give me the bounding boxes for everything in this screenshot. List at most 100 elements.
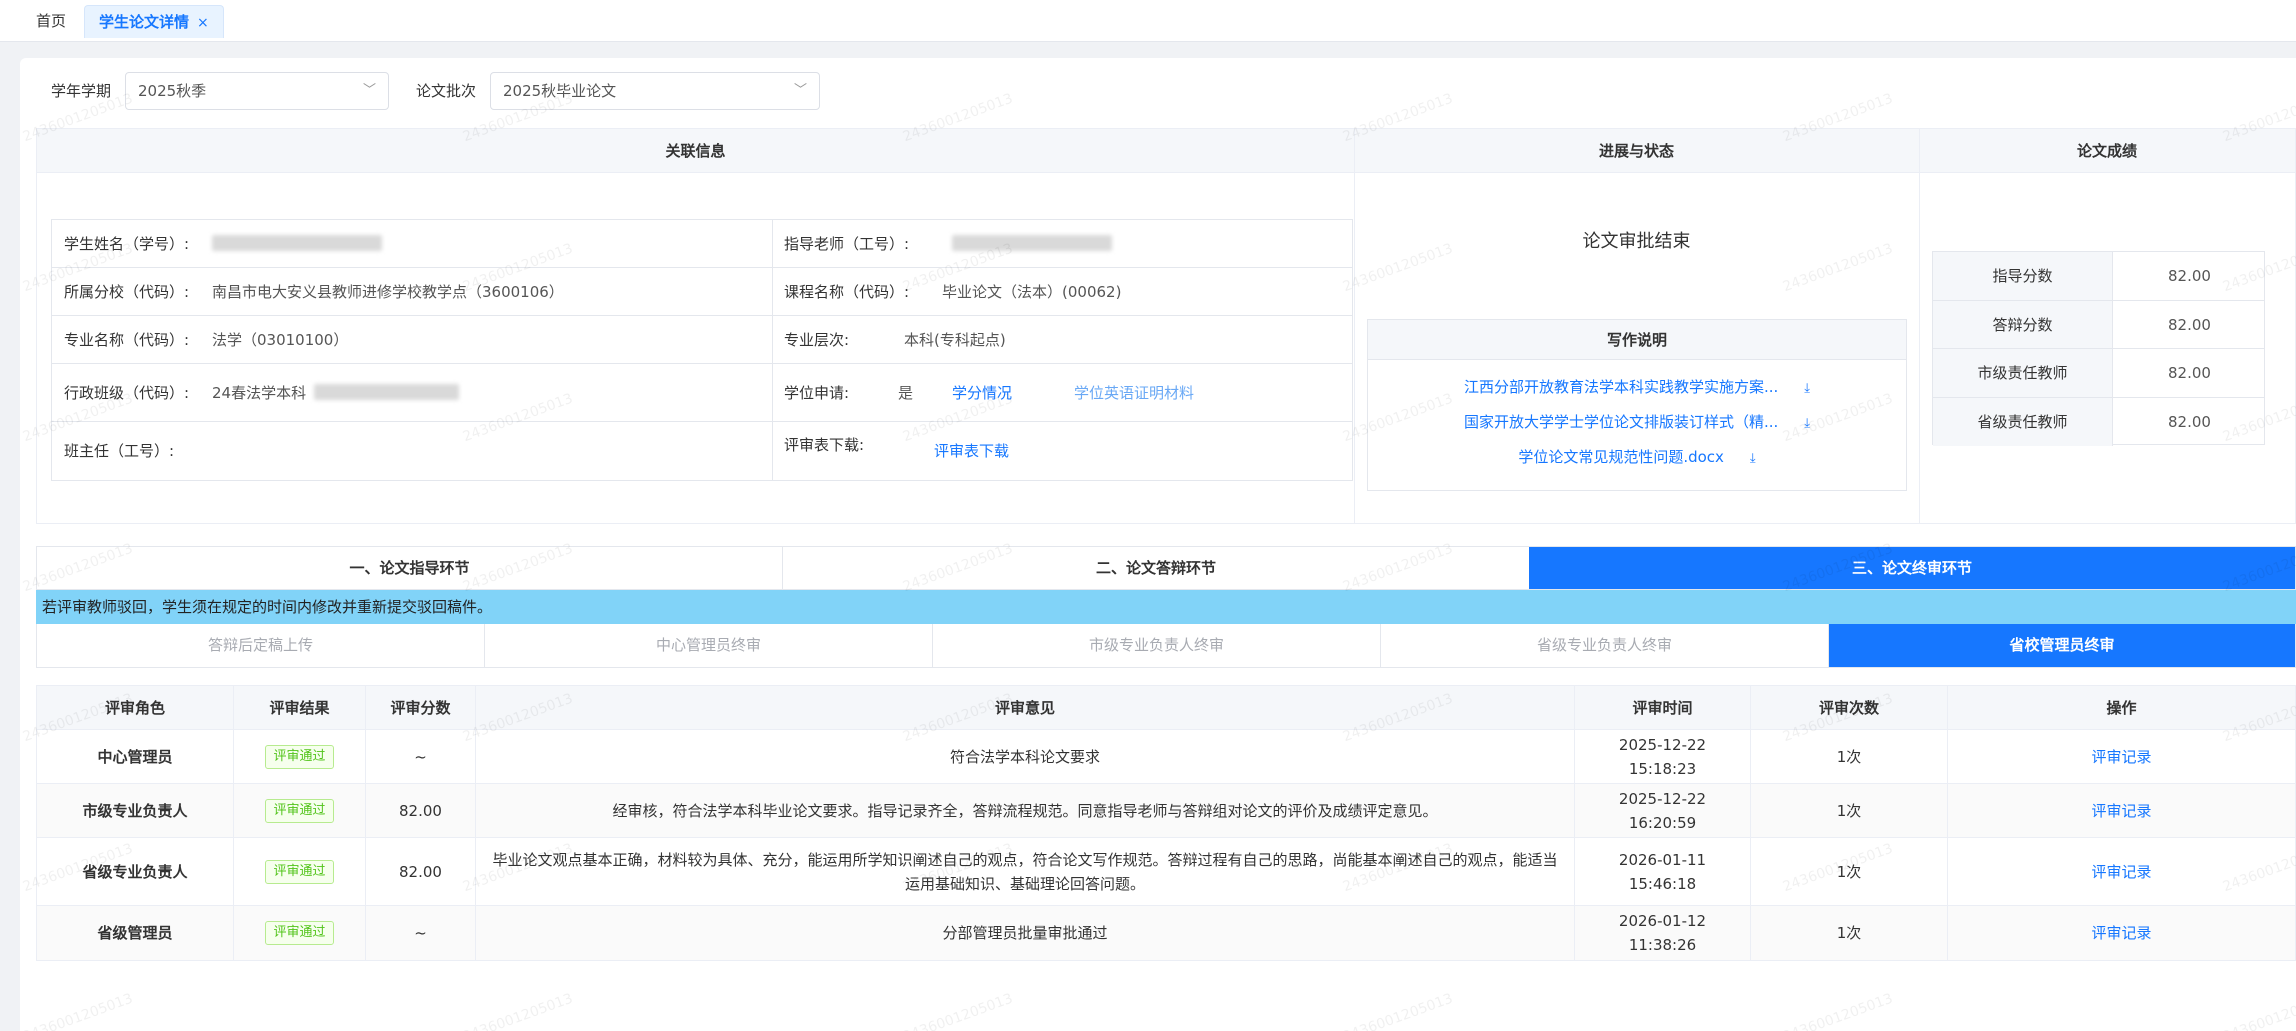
table-row: 市级专业负责人 评审通过 82.00 经审核，符合法学本科毕业论文要求。指导记录… bbox=[37, 784, 2295, 838]
class-value: 24春法学本科 bbox=[212, 384, 307, 402]
score-header: 论文成绩 bbox=[1919, 129, 2295, 173]
review-record-link[interactable]: 评审记录 bbox=[2091, 921, 2151, 945]
doc-link-label: 江西分部开放教育法学本科实践教学实施方案... bbox=[1463, 378, 1779, 396]
status-badge: 评审通过 bbox=[265, 744, 334, 769]
cell-opinion: 符合法学本科论文要求 bbox=[476, 730, 1575, 783]
student-info-grid: 学生姓名（学号）: 指导老师（工号）: 所属分校（代码）: 南昌市电大安义县教师… bbox=[51, 219, 1353, 481]
review-record-link[interactable]: 评审记录 bbox=[2091, 745, 2151, 769]
cell-opinion: 经审核，符合法学本科毕业论文要求。指导记录齐全，答辩流程规范。同意指导老师与答辩… bbox=[476, 784, 1575, 837]
batch-select[interactable]: 2025秋毕业论文 ﹀ bbox=[490, 72, 820, 110]
cell-opinion: 分部管理员批量审批通过 bbox=[476, 906, 1575, 960]
student-label: 学生姓名（学号）: bbox=[64, 235, 190, 253]
cell-result: 评审通过 bbox=[234, 730, 366, 783]
substep-province-lead[interactable]: 省级专业负责人终审 bbox=[1381, 624, 1829, 667]
course-value: 毕业论文（法本）(00062) bbox=[942, 283, 1122, 301]
review-record-link[interactable]: 评审记录 bbox=[2091, 860, 2151, 884]
cell-score: 82.00 bbox=[366, 838, 476, 905]
cell-action: 评审记录 bbox=[1948, 784, 2295, 837]
substep-final-upload[interactable]: 答辩后定稿上传 bbox=[37, 624, 485, 667]
credit-link[interactable]: 学分情况 bbox=[952, 382, 1012, 403]
notice-banner: 若评审教师驳回，学生须在规定的时间内修改并重新提交驳回稿件。 bbox=[36, 590, 2296, 624]
tab-defense-stage[interactable]: 二、论文答辩环节 bbox=[783, 547, 1529, 589]
student-value-redacted bbox=[212, 235, 382, 251]
score-value: 82.00 bbox=[2168, 364, 2211, 382]
review-substeps: 答辩后定稿上传 中心管理员终审 市级专业负责人终审 省级专业负责人终审 省校管理… bbox=[36, 624, 2296, 668]
progress-header: 进展与状态 bbox=[1354, 129, 1919, 173]
score-value: 82.00 bbox=[2168, 315, 2211, 334]
score-label: 指导分数 bbox=[1933, 252, 2113, 300]
thesis-status: 论文审批结束 bbox=[1582, 231, 1691, 252]
table-row: 中心管理员 评审通过 ~ 符合法学本科论文要求 2025-12-22 15:18… bbox=[37, 730, 2295, 784]
cell-score: 82.00 bbox=[366, 784, 476, 837]
level-label: 专业层次: bbox=[784, 331, 850, 349]
doc-link-label: 国家开放大学学士学位论文排版装订样式（精... bbox=[1463, 413, 1779, 431]
download-icon[interactable]: ⤓ bbox=[1804, 416, 1810, 431]
batch-label: 论文批次 bbox=[416, 82, 477, 100]
degree-value: 是 bbox=[898, 384, 914, 402]
branch-label: 所属分校（代码）: bbox=[64, 283, 190, 301]
main-panel: 学年学期 2025秋季 ﹀ 论文批次 2025秋毕业论文 ﹀ 关联信息 进展与状… bbox=[20, 58, 2296, 1031]
score-row: 答辩分数 82.00 bbox=[1933, 300, 2264, 349]
tab-guidance-stage[interactable]: 一、论文指导环节 bbox=[37, 547, 783, 589]
cell-count: 1次 bbox=[1751, 906, 1948, 960]
close-icon[interactable]: × bbox=[197, 15, 209, 31]
cell-time: 2026-01-11 15:46:18 bbox=[1575, 838, 1751, 905]
cell-time: 2026-01-12 11:38:26 bbox=[1575, 906, 1751, 960]
substep-center-admin[interactable]: 中心管理员终审 bbox=[485, 624, 933, 667]
term-label: 学年学期 bbox=[51, 82, 112, 100]
download-icon[interactable]: ⤓ bbox=[1750, 451, 1756, 466]
cell-time: 2025-12-22 16:20:59 bbox=[1575, 784, 1751, 837]
cell-count: 1次 bbox=[1751, 730, 1948, 783]
headteacher-label: 班主任（工号）: bbox=[64, 442, 175, 460]
review-download-link[interactable]: 评审表下载 bbox=[934, 440, 1009, 461]
status-badge: 评审通过 bbox=[265, 859, 334, 884]
cell-result: 评审通过 bbox=[234, 906, 366, 960]
cell-time: 2025-12-22 15:18:23 bbox=[1575, 730, 1751, 783]
stage-tabs: 一、论文指导环节 二、论文答辩环节 三、论文终审环节 bbox=[36, 546, 2296, 590]
info-table: 关联信息 进展与状态 论文成绩 学生姓名（学号）: 指导老师（工号）: 所属分校… bbox=[36, 128, 2296, 524]
substep-city-lead[interactable]: 市级专业负责人终审 bbox=[933, 624, 1381, 667]
writing-guide-title: 写作说明 bbox=[1368, 320, 1906, 360]
doc-link[interactable]: 学位论文常见规范性问题.docx ⤓ bbox=[1368, 446, 1906, 467]
english-proof-link[interactable]: 学位英语证明材料 bbox=[1074, 382, 1194, 403]
chevron-down-icon: ﹀ bbox=[362, 83, 376, 98]
chevron-down-icon: ﹀ bbox=[793, 83, 807, 98]
cell-action: 评审记录 bbox=[1948, 906, 2295, 960]
doc-link[interactable]: 国家开放大学学士学位论文排版装订样式（精... ⤓ bbox=[1368, 411, 1906, 432]
branch-value: 南昌市电大安义县教师进修学校教学点（3600106） bbox=[212, 283, 564, 301]
review-record-link[interactable]: 评审记录 bbox=[2091, 799, 2151, 823]
col-action: 操作 bbox=[2106, 698, 2137, 717]
doc-link[interactable]: 江西分部开放教育法学本科实践教学实施方案... ⤓ bbox=[1368, 376, 1906, 397]
table-row: 省级管理员 评审通过 ~ 分部管理员批量审批通过 2026-01-12 11:3… bbox=[37, 906, 2295, 960]
filter-bar: 学年学期 2025秋季 ﹀ 论文批次 2025秋毕业论文 ﹀ bbox=[20, 58, 2296, 128]
score-label: 省级责任教师 bbox=[1933, 397, 2113, 446]
download-icon[interactable]: ⤓ bbox=[1804, 381, 1810, 396]
cell-count: 1次 bbox=[1751, 838, 1948, 905]
batch-select-value: 2025秋毕业论文 bbox=[503, 82, 617, 100]
class-label: 行政班级（代码）: bbox=[64, 384, 190, 402]
term-select[interactable]: 2025秋季 ﹀ bbox=[125, 72, 389, 110]
score-row: 省级责任教师 82.00 bbox=[1933, 397, 2264, 446]
col-score: 评审分数 bbox=[366, 686, 476, 729]
info-row: 行政班级（代码）: 24春法学本科 学位申请: 是 学分情况 学位英语证明材料 bbox=[52, 364, 1352, 422]
cell-role: 省级管理员 bbox=[37, 906, 234, 960]
major-label: 专业名称（代码）: bbox=[64, 331, 190, 349]
advisor-label: 指导老师（工号）: bbox=[784, 235, 910, 253]
info-row: 学生姓名（学号）: 指导老师（工号）: bbox=[52, 220, 1352, 268]
table-row: 省级专业负责人 评审通过 82.00 毕业论文观点基本正确，材料较为具体、充分，… bbox=[37, 838, 2295, 906]
info-row: 所属分校（代码）: 南昌市电大安义县教师进修学校教学点（3600106） 课程名… bbox=[52, 268, 1352, 316]
tab-thesis-detail[interactable]: 学生论文详情 × bbox=[84, 5, 224, 38]
score-value: 82.00 bbox=[2168, 267, 2211, 285]
tab-final-review-stage[interactable]: 三、论文终审环节 bbox=[1529, 547, 2295, 589]
status-badge: 评审通过 bbox=[265, 921, 334, 945]
cell-role: 省级专业负责人 bbox=[37, 838, 234, 905]
review-download-label: 评审表下载: bbox=[784, 436, 865, 454]
progress-panel: 论文审批结束 写作说明 江西分部开放教育法学本科实践教学实施方案... ⤓ 国家开… bbox=[1355, 173, 1918, 523]
cell-result: 评审通过 bbox=[234, 784, 366, 837]
col-role: 评审角色 bbox=[37, 686, 234, 729]
tab-home[interactable]: 首页 bbox=[22, 5, 80, 38]
col-result: 评审结果 bbox=[234, 686, 366, 729]
substep-province-admin[interactable]: 省校管理员终审 bbox=[1829, 624, 2295, 667]
cell-action: 评审记录 bbox=[1948, 838, 2295, 905]
major-value: 法学（03010100） bbox=[212, 331, 349, 349]
